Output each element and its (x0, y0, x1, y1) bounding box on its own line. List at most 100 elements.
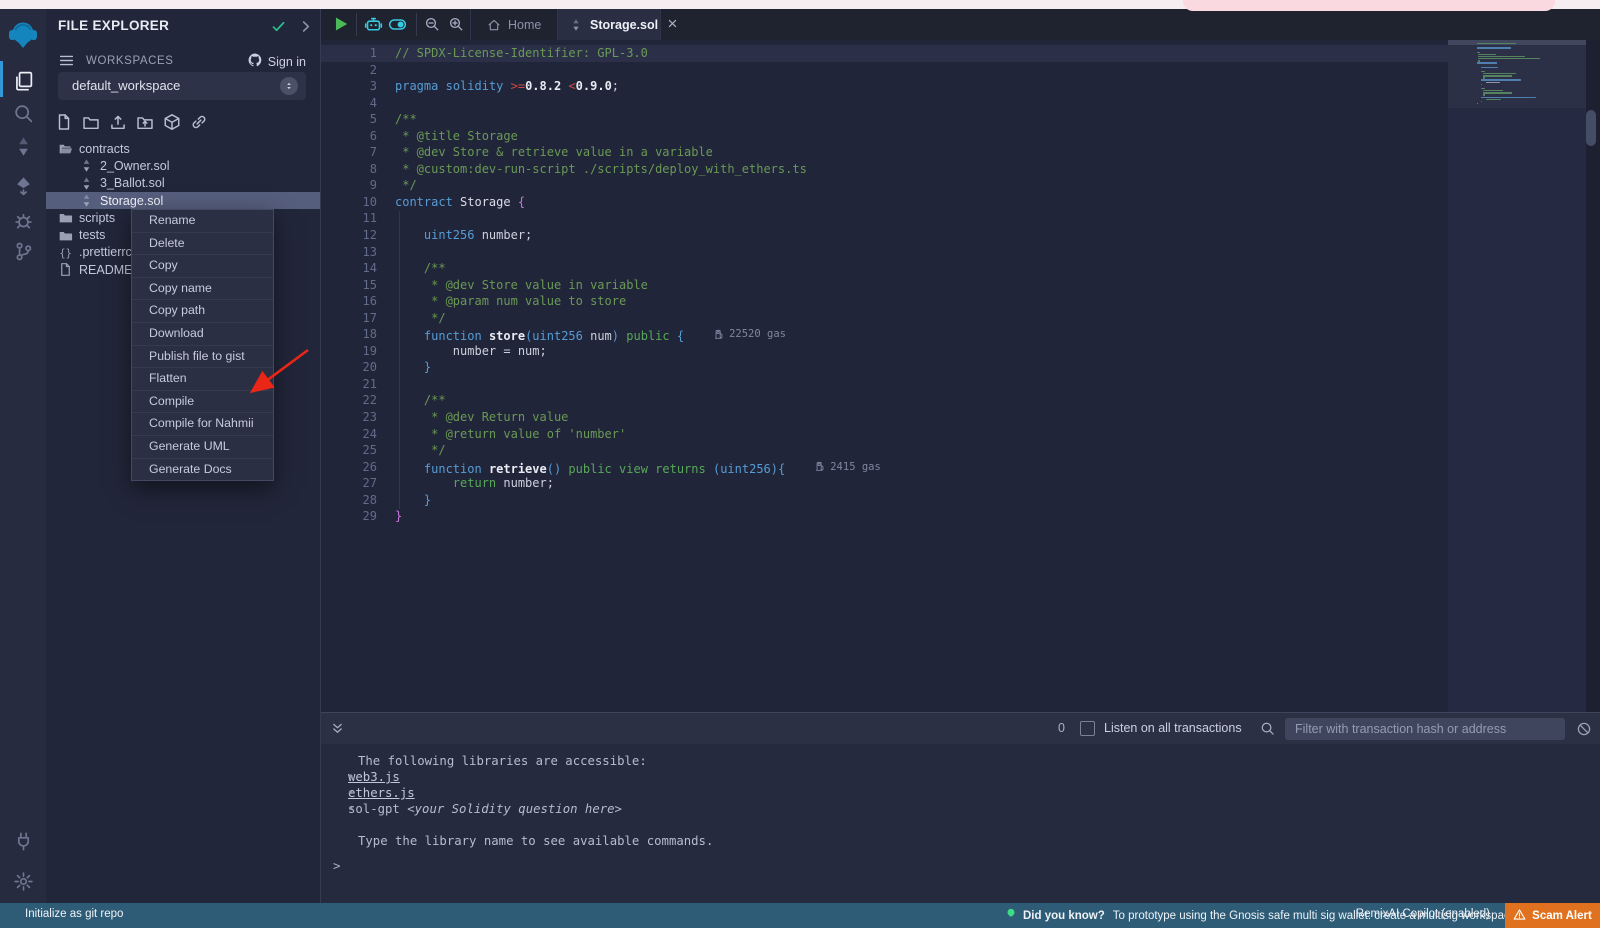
zoom-out-icon[interactable] (424, 16, 440, 37)
menu-item-generate-uml[interactable]: Generate UML (132, 436, 273, 459)
git-init-status[interactable]: Initialize as git repo (25, 908, 123, 920)
tree-item-2-owner-sol[interactable]: 2_Owner.sol (46, 157, 320, 174)
line-number[interactable]: 4 (320, 95, 395, 112)
run-script-button[interactable] (332, 15, 350, 38)
code-line-22[interactable]: 22 /** (320, 392, 1448, 409)
source-control-icon[interactable] (0, 234, 46, 268)
code-line-1[interactable]: 1// SPDX-License-Identifier: GPL-3.0 (320, 45, 1448, 62)
code-line-14[interactable]: 14 /** (320, 260, 1448, 277)
menu-item-flatten[interactable]: Flatten (132, 368, 273, 391)
menu-item-rename[interactable]: Rename (132, 210, 273, 233)
tab-storage-sol[interactable]: Storage.sol (558, 9, 661, 40)
listen-all-transactions-checkbox[interactable] (1080, 721, 1095, 736)
code-line-17[interactable]: 17 */ (320, 310, 1448, 327)
line-number[interactable]: 14 (320, 260, 395, 277)
settings-icon[interactable] (0, 864, 46, 898)
deploy-and-run-icon[interactable] (0, 168, 46, 202)
code-line-27[interactable]: 27 return number; (320, 475, 1448, 492)
search-icon[interactable] (0, 96, 46, 130)
code-line-21[interactable]: 21 (320, 376, 1448, 393)
line-number[interactable]: 27 (320, 475, 395, 492)
line-number[interactable]: 11 (320, 210, 395, 227)
workspaces-menu-icon[interactable] (58, 52, 75, 74)
transaction-filter-input[interactable] (1285, 718, 1565, 740)
menu-item-download[interactable]: Download (132, 323, 273, 346)
create-file-icon[interactable] (55, 113, 73, 131)
line-number[interactable]: 26 (320, 459, 395, 476)
tree-item-contracts[interactable]: contracts (46, 140, 320, 157)
line-number[interactable]: 20 (320, 359, 395, 376)
line-number[interactable]: 21 (320, 376, 395, 393)
code-line-9[interactable]: 9 */ (320, 177, 1448, 194)
remixai-assistant-icon[interactable] (364, 15, 383, 39)
close-tab-icon[interactable] (667, 18, 678, 32)
copilot-status[interactable]: RemixAI Copilot (enabled) (1356, 908, 1490, 920)
line-number[interactable]: 15 (320, 277, 395, 294)
code-line-26[interactable]: 26 function retrieve() public view retur… (320, 459, 1448, 476)
line-number[interactable]: 25 (320, 442, 395, 459)
code-line-7[interactable]: 7 * @dev Store & retrieve value in a var… (320, 144, 1448, 161)
remixai-toggle-icon[interactable] (388, 15, 407, 39)
zoom-in-icon[interactable] (448, 16, 464, 37)
line-number[interactable]: 29 (320, 508, 395, 525)
code-line-28[interactable]: 28 } (320, 492, 1448, 509)
code-editor[interactable]: 1// SPDX-License-Identifier: GPL-3.023pr… (320, 40, 1600, 712)
code-line-23[interactable]: 23 * @dev Return value (320, 409, 1448, 426)
code-line-18[interactable]: 18 function store(uint256 num) public {2… (320, 326, 1448, 343)
code-line-29[interactable]: 29} (320, 508, 1448, 525)
chevron-right-icon[interactable] (298, 19, 313, 39)
menu-item-publish-file-to-gist[interactable]: Publish file to gist (132, 346, 273, 369)
line-number[interactable]: 8 (320, 161, 395, 178)
line-number[interactable]: 9 (320, 177, 395, 194)
code-line-3[interactable]: 3pragma solidity >=0.8.2 <0.9.0; (320, 78, 1448, 95)
code-line-8[interactable]: 8 * @custom:dev-run-script ./scripts/dep… (320, 161, 1448, 178)
code-line-20[interactable]: 20 } (320, 359, 1448, 376)
line-number[interactable]: 18 (320, 326, 395, 343)
code-line-19[interactable]: 19 number = num; (320, 343, 1448, 360)
code-line-24[interactable]: 24 * @return value of 'number' (320, 426, 1448, 443)
chevrons-down-icon[interactable] (330, 721, 345, 741)
tree-item-storage-sol[interactable]: Storage.sol (46, 192, 320, 209)
menu-item-delete[interactable]: Delete (132, 233, 273, 256)
terminal-prompt[interactable]: > (333, 858, 341, 873)
solidity-compiler-icon[interactable] (0, 129, 46, 163)
line-number[interactable]: 16 (320, 293, 395, 310)
workspace-select[interactable]: default_workspace (58, 72, 306, 100)
line-number[interactable]: 28 (320, 492, 395, 509)
import-from-url-icon[interactable] (190, 113, 208, 131)
remix-logo-icon[interactable] (0, 18, 46, 52)
code-line-25[interactable]: 25 */ (320, 442, 1448, 459)
terminal-scrollbar-thumb[interactable] (1586, 110, 1596, 146)
menu-item-copy-name[interactable]: Copy name (132, 278, 273, 301)
plugin-manager-icon[interactable] (0, 824, 46, 858)
clear-console-icon[interactable] (1576, 721, 1592, 742)
terminal-output[interactable]: The following libraries are accessible:•… (320, 744, 1600, 903)
menu-item-compile-for-nahmii[interactable]: Compile for Nahmii (132, 413, 273, 436)
line-number[interactable]: 6 (320, 128, 395, 145)
line-number[interactable]: 1 (320, 45, 395, 62)
menu-item-copy-path[interactable]: Copy path (132, 300, 273, 323)
tab-home[interactable]: Home (470, 9, 558, 40)
line-number[interactable]: 23 (320, 409, 395, 426)
line-number[interactable]: 12 (320, 227, 395, 244)
code-line-5[interactable]: 5/** (320, 111, 1448, 128)
menu-item-copy[interactable]: Copy (132, 255, 273, 278)
line-number[interactable]: 10 (320, 194, 395, 211)
line-number[interactable]: 2 (320, 62, 395, 79)
code-line-12[interactable]: 12 uint256 number; (320, 227, 1448, 244)
code-line-11[interactable]: 11 (320, 210, 1448, 227)
line-number[interactable]: 17 (320, 310, 395, 327)
upload-folder-icon[interactable] (136, 113, 154, 131)
code-line-16[interactable]: 16 * @param num value to store (320, 293, 1448, 310)
search-icon[interactable] (1260, 721, 1275, 741)
scam-alert-button[interactable]: Scam Alert (1505, 903, 1600, 928)
line-number[interactable]: 5 (320, 111, 395, 128)
menu-item-compile[interactable]: Compile (132, 391, 273, 414)
tree-item-3-ballot-sol[interactable]: 3_Ballot.sol (46, 175, 320, 192)
file-explorer-icon[interactable] (0, 63, 46, 97)
create-from-template-icon[interactable] (163, 113, 181, 131)
code-line-2[interactable]: 2 (320, 62, 1448, 79)
debugger-icon[interactable] (0, 203, 46, 237)
code-line-13[interactable]: 13 (320, 244, 1448, 261)
code-line-4[interactable]: 4 (320, 95, 1448, 112)
